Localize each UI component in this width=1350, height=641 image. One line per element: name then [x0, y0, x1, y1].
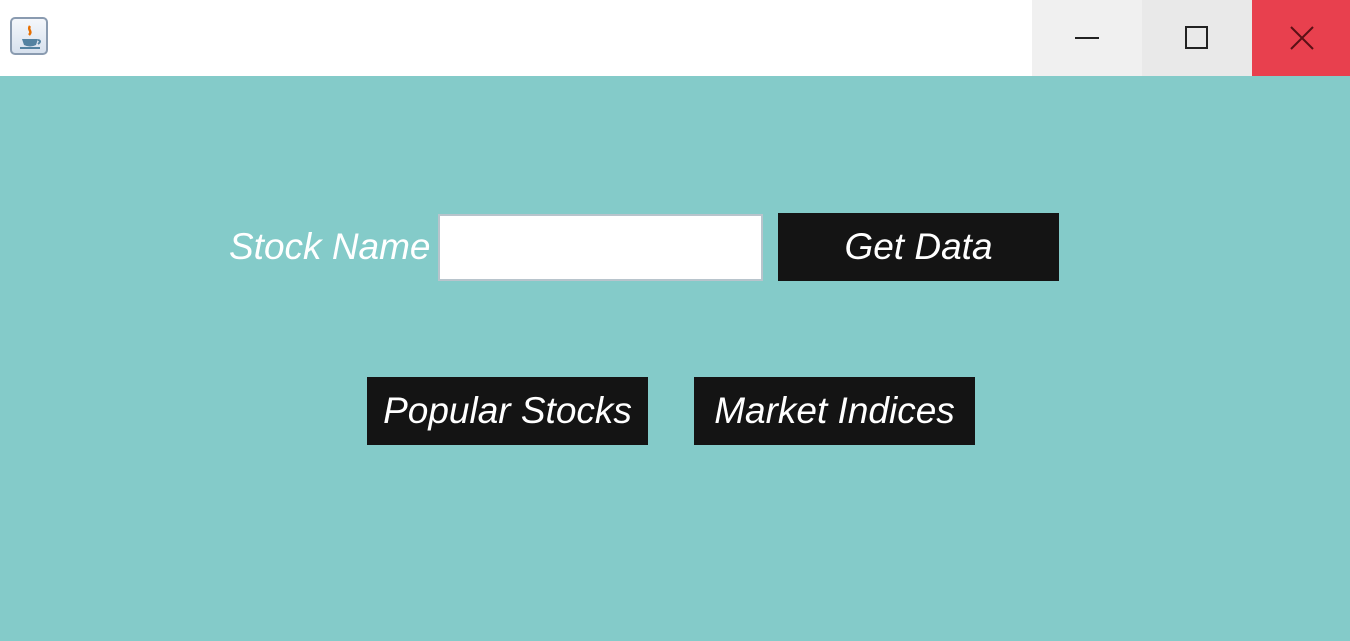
java-app-icon[interactable] — [10, 17, 48, 55]
popular-stocks-button[interactable]: Popular Stocks — [367, 377, 648, 445]
minimize-button[interactable] — [1032, 0, 1142, 76]
get-data-button[interactable]: Get Data — [778, 213, 1059, 281]
stock-name-label: Stock Name — [229, 226, 431, 267]
close-button[interactable] — [1252, 0, 1350, 76]
market-indices-button[interactable]: Market Indices — [694, 377, 975, 445]
stock-name-input[interactable] — [438, 214, 763, 281]
title-bar — [0, 0, 1350, 76]
main-panel: Stock Name Get Data Popular Stocks Marke… — [0, 76, 1350, 641]
maximize-button[interactable] — [1142, 0, 1252, 76]
maximize-icon — [1185, 26, 1208, 49]
minimize-icon — [1075, 37, 1099, 39]
app-window: Stock Name Get Data Popular Stocks Marke… — [0, 0, 1350, 641]
close-icon — [1290, 26, 1314, 50]
